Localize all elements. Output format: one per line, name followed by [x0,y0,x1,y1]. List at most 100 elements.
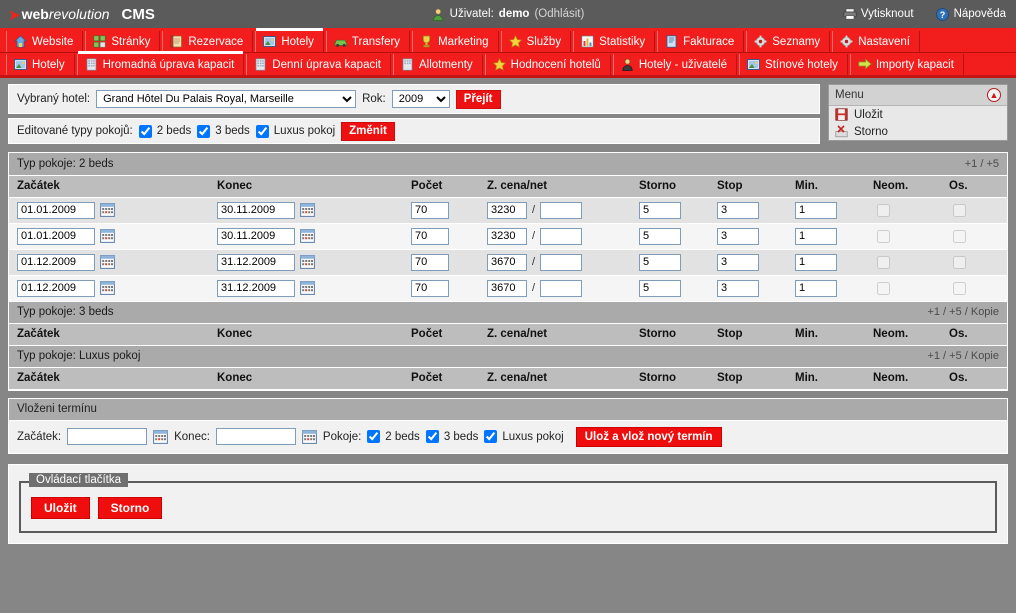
neom-checkbox[interactable] [877,229,890,243]
calendar-icon[interactable] [100,229,115,243]
nav-tab-transfery[interactable]: Transfery [325,31,411,52]
subnav-tab-denni-uprava-kapacit[interactable]: Denní úprava kapacit [246,54,391,75]
collapse-icon[interactable]: ▲ [987,88,1001,102]
os-checkbox[interactable] [953,281,966,295]
change-button[interactable]: Změnit [341,121,395,141]
insert-submit-button[interactable]: Ulož a vlož nový termín [575,426,722,447]
storno-input[interactable] [639,279,681,297]
calendar-icon[interactable] [100,203,115,217]
nav-tab-hotely[interactable]: Hotely [255,28,324,52]
subnav-tab-stinove-hotely[interactable]: Stínové hotely [739,54,848,75]
start-date-input[interactable] [17,227,95,245]
start-date-input[interactable] [17,201,95,219]
calendar-icon[interactable] [100,281,115,295]
net-price-input[interactable] [540,201,583,219]
nav-tab-fakturace[interactable]: Fakturace [657,31,745,52]
neom-checkbox[interactable] [877,203,890,217]
price-input[interactable] [487,227,527,245]
stop-input[interactable] [717,227,759,245]
nav-tab-statistiky[interactable]: Statistiky [573,31,656,52]
start-date-input[interactable] [17,253,95,271]
subnav-tab-hotely-uzivatele[interactable]: Hotely - uživatelé [612,54,738,75]
section-links[interactable]: +1 / +5 [965,158,999,170]
net-price-input[interactable] [540,279,583,297]
go-button[interactable]: Přejít [455,89,501,109]
storno-input[interactable] [639,227,681,245]
net-price-input[interactable] [540,227,583,245]
roomtype-checkbox-3beds[interactable]: 3 beds [197,124,250,138]
os-checkbox[interactable] [953,255,966,269]
min-input[interactable] [795,201,837,219]
calendar-icon[interactable] [100,255,115,269]
count-input[interactable] [411,201,449,219]
insert-room-checkbox-3beds[interactable]: 3 beds [425,430,478,443]
end-date-input[interactable] [217,253,295,271]
calendar-icon[interactable] [300,203,315,217]
nav-tab-rezervace[interactable]: Rezervace [162,31,254,52]
roomtype-checkbox-input[interactable] [197,124,211,138]
nav-tab-seznamy[interactable]: Seznamy [746,31,831,52]
print-button[interactable]: Vytisknout [843,7,914,21]
section-links[interactable]: +1 / +5 / Kopie [927,306,999,318]
calendar-icon[interactable] [300,255,315,269]
calendar-icon[interactable] [300,281,315,295]
stop-input[interactable] [717,253,759,271]
min-input[interactable] [795,227,837,245]
hotel-select[interactable]: Grand Hôtel Du Palais Royal, Marseille [96,90,357,108]
stop-input[interactable] [717,201,759,219]
storno-input[interactable] [639,253,681,271]
subnav-tab-hotely[interactable]: Hotely [6,54,75,75]
roomtype-checkbox-2beds[interactable]: 2 beds [138,124,191,138]
menu-item-ulozit[interactable]: Uložit [829,106,1007,123]
menu-item-storno[interactable]: Storno [829,123,1007,140]
insert-room-checkbox-luxus[interactable]: Luxus pokoj [484,430,564,443]
neom-checkbox[interactable] [877,281,890,295]
start-date-input[interactable] [17,279,95,297]
insert-start-input[interactable] [67,428,148,445]
insert-room-checkbox-input[interactable] [367,430,381,443]
nav-tab-nastaveni[interactable]: Nastavení [832,31,920,52]
end-date-input[interactable] [217,227,295,245]
subnav-tab-allotmenty[interactable]: Allotmenty [392,54,483,75]
nav-tab-stranky[interactable]: Stránky [85,31,161,52]
nav-tab-marketing[interactable]: Marketing [412,31,499,52]
insert-room-checkbox-input[interactable] [484,430,498,443]
price-input[interactable] [487,201,527,219]
count-input[interactable] [411,253,449,271]
count-input[interactable] [411,227,449,245]
min-input[interactable] [795,253,837,271]
chart-icon [581,35,594,48]
price-input[interactable] [487,279,527,297]
logout-link[interactable]: (Odhlásit) [534,8,584,20]
calendar-icon[interactable] [302,429,317,444]
net-price-input[interactable] [540,253,583,271]
count-input[interactable] [411,279,449,297]
save-button[interactable]: Uložit [31,496,90,519]
nav-tab-website[interactable]: Website [6,31,84,52]
cancel-button[interactable]: Storno [97,496,163,519]
min-input[interactable] [795,279,837,297]
calendar-icon[interactable] [300,229,315,243]
insert-room-checkbox-2beds[interactable]: 2 beds [367,430,420,443]
roomtype-checkbox-input[interactable] [138,124,152,138]
end-date-input[interactable] [217,201,295,219]
price-input[interactable] [487,253,527,271]
subnav-tab-importy-kapacit[interactable]: Importy kapacit [849,54,964,75]
neom-checkbox[interactable] [877,255,890,269]
insert-room-checkbox-input[interactable] [425,430,439,443]
help-button[interactable]: ? Nápověda [935,7,1006,21]
roomtype-checkbox-input[interactable] [255,124,269,138]
subnav-tab-hromadna-uprava-kapacit[interactable]: Hromadná úprava kapacit [76,51,245,75]
subnav-tab-hodnoceni-hotelu[interactable]: Hodnocení hotelů [484,54,611,75]
stop-input[interactable] [717,279,759,297]
year-select[interactable]: 2009 [391,90,450,108]
insert-end-input[interactable] [215,428,296,445]
os-checkbox[interactable] [953,229,966,243]
roomtype-checkbox-luxus[interactable]: Luxus pokoj [255,124,335,138]
calendar-icon[interactable] [153,429,169,444]
nav-tab-sluzby[interactable]: Služby [500,31,572,52]
storno-input[interactable] [639,201,681,219]
section-links[interactable]: +1 / +5 / Kopie [927,350,999,362]
os-checkbox[interactable] [953,203,966,217]
end-date-input[interactable] [217,279,295,297]
